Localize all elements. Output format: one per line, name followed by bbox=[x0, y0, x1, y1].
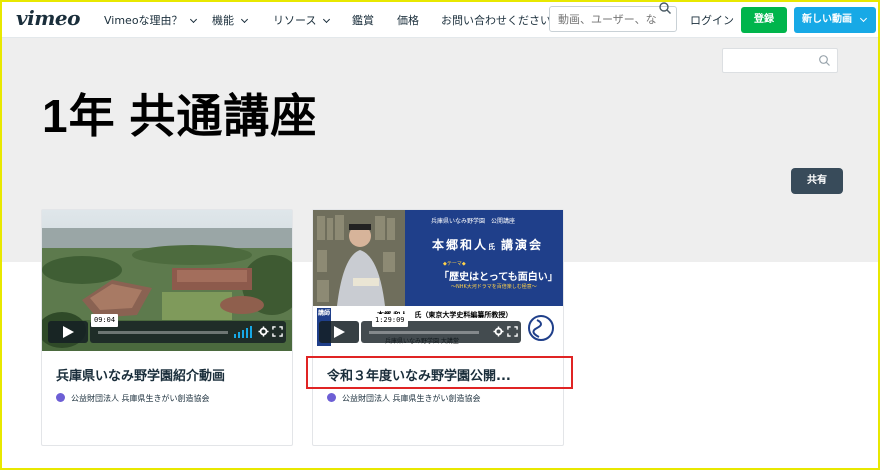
duration-tooltip: 09:04 bbox=[91, 314, 119, 327]
vimeo-logo[interactable]: vimeo bbox=[16, 6, 80, 30]
gear-icon[interactable] bbox=[493, 326, 504, 337]
nav-features[interactable]: 機能 bbox=[212, 12, 249, 28]
video-title[interactable]: 令和３年度いなみ野学園公開... bbox=[327, 365, 511, 384]
login-link[interactable]: ログイン bbox=[690, 12, 734, 28]
nav-contact[interactable]: お問い合わせください bbox=[441, 12, 551, 28]
fullscreen-icon[interactable] bbox=[507, 326, 518, 337]
poster-header: 兵庫県いなみ野学園 公開講座 bbox=[431, 218, 516, 225]
poster-side-label: 講師 bbox=[318, 310, 331, 317]
search-icon bbox=[819, 55, 830, 66]
owner-name: 公益財団法人 兵庫県生きがい創造協会 bbox=[71, 394, 210, 403]
poster-event: 講演会 bbox=[501, 238, 544, 252]
owner-avatar-icon bbox=[327, 393, 336, 402]
volume-bar-2 bbox=[238, 332, 240, 338]
poster-speaker-suffix: 氏 bbox=[488, 243, 498, 251]
gear-icon[interactable] bbox=[258, 326, 269, 337]
nav-resources-label: リソース bbox=[273, 14, 317, 27]
chevron-down-icon bbox=[323, 15, 331, 24]
progress-bar[interactable] bbox=[98, 331, 228, 334]
nav-why-vimeo[interactable]: Vimeoな理由？ bbox=[104, 12, 197, 28]
video-owner[interactable]: 公益財団法人 兵庫県生きがい創造協会 bbox=[56, 392, 210, 404]
share-button[interactable]: 共有 bbox=[791, 168, 843, 194]
chevron-down-icon bbox=[859, 14, 868, 23]
new-video-button[interactable]: 新しい動画 bbox=[794, 7, 876, 33]
owner-avatar-icon bbox=[56, 393, 65, 402]
search-icon[interactable] bbox=[658, 1, 672, 15]
poster-speaker: 本郷和人氏 講演会 bbox=[432, 236, 543, 253]
chevron-down-icon bbox=[240, 15, 249, 24]
video-card[interactable]: 兵庫県いなみ野学園 公開講座 本郷和人氏 講演会 ◆テーマ◆ 「歴史はとっても面白… bbox=[312, 209, 564, 446]
play-icon bbox=[334, 326, 345, 338]
nav-features-label: 機能 bbox=[212, 14, 234, 27]
fullscreen-icon[interactable] bbox=[272, 326, 283, 337]
play-button[interactable] bbox=[319, 321, 359, 343]
nav-why-vimeo-label: Vimeoな理由？ bbox=[104, 14, 183, 27]
video-card[interactable]: 09:04 兵庫県いなみ野学園紹介動画 公益財団法人 兵庫県生きがい創造協会 bbox=[41, 209, 293, 446]
volume-bar-3 bbox=[242, 330, 244, 338]
nav-watch[interactable]: 鑑賞 bbox=[352, 12, 374, 28]
album-search-input[interactable] bbox=[722, 48, 838, 73]
volume-bar-1 bbox=[234, 334, 236, 338]
video-thumbnail[interactable]: 兵庫県いなみ野学園 公開講座 本郷和人氏 講演会 ◆テーマ◆ 「歴史はとっても面白… bbox=[313, 210, 563, 351]
register-button[interactable]: 登録 bbox=[741, 7, 787, 33]
new-video-label: 新しい動画 bbox=[802, 14, 852, 25]
page-title: 1年 共通講座 bbox=[42, 90, 318, 142]
nav-resources[interactable]: リソース bbox=[273, 12, 331, 28]
owner-name: 公益財団法人 兵庫県生きがい創造協会 bbox=[342, 394, 481, 403]
poster-subtheme: ～NHK大河ドラマを百倍楽しむ極意～ bbox=[451, 284, 537, 290]
video-thumbnail[interactable]: 09:04 bbox=[42, 210, 292, 351]
video-title[interactable]: 兵庫県いなみ野学園紹介動画 bbox=[56, 365, 225, 384]
volume-bar-4 bbox=[246, 328, 248, 338]
play-button[interactable] bbox=[48, 321, 88, 343]
poster-theme-label: ◆テーマ◆ bbox=[443, 261, 466, 267]
poster-theme: 「歴史はとっても面白い」 bbox=[439, 272, 558, 283]
player-controls bbox=[90, 321, 286, 343]
video-owner[interactable]: 公益財団法人 兵庫県生きがい創造協会 bbox=[327, 392, 481, 404]
progress-bar[interactable] bbox=[369, 331, 479, 334]
nav-pricing[interactable]: 価格 bbox=[397, 12, 419, 28]
duration-tooltip: 1:29:09 bbox=[372, 314, 408, 327]
chevron-down-icon bbox=[189, 15, 197, 24]
top-nav: vimeo Vimeoな理由？ 機能 リソース 鑑賞 価格 お問い合わせください… bbox=[2, 2, 878, 38]
volume-bar-5[interactable] bbox=[250, 326, 252, 338]
poster-speaker-name: 本郷和人 bbox=[432, 238, 489, 252]
play-icon bbox=[63, 326, 74, 338]
